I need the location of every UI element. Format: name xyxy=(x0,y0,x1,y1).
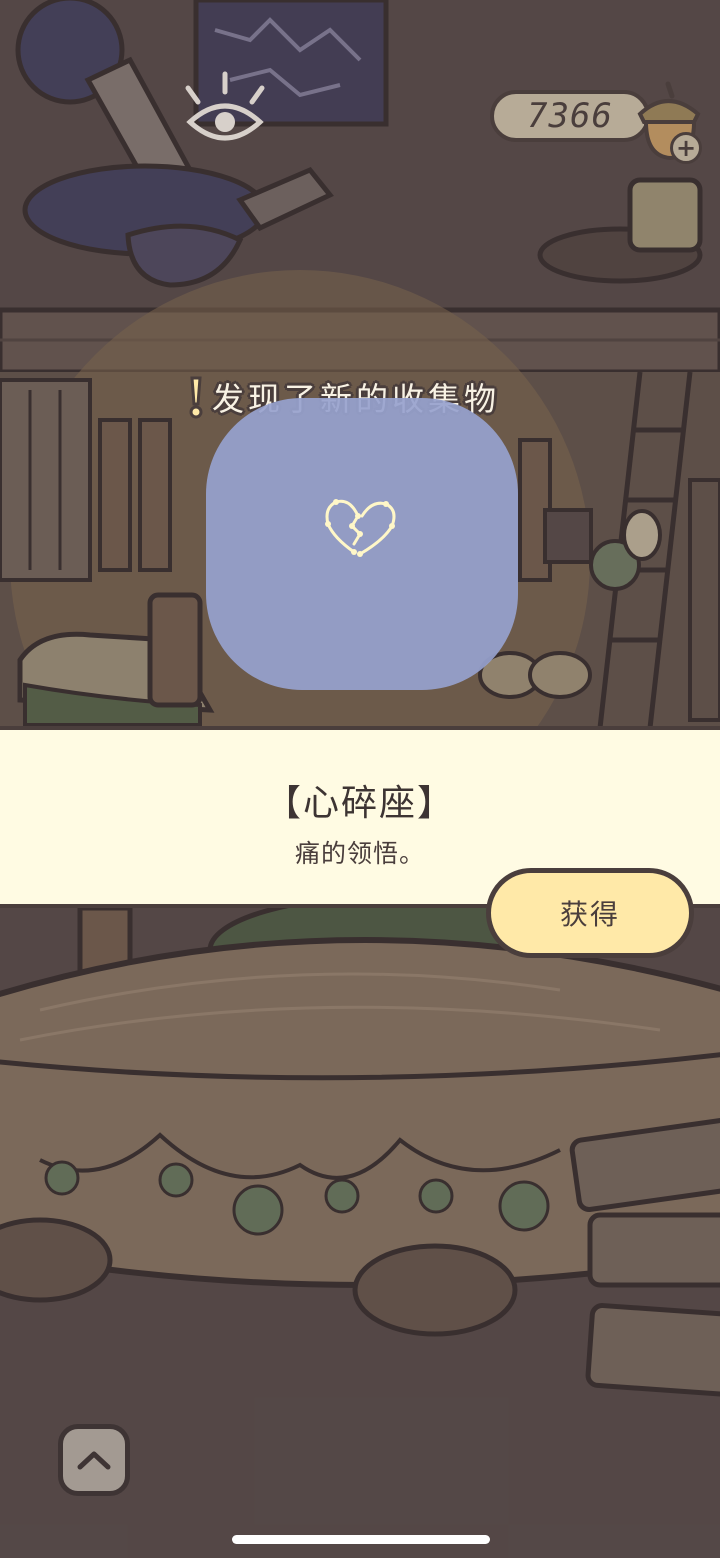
currency-amount: 7366 xyxy=(527,96,613,136)
expand-up-button[interactable] xyxy=(58,1424,130,1496)
add-currency-button[interactable]: + xyxy=(670,132,702,164)
currency-counter: 7366 xyxy=(490,90,650,142)
eye-icon xyxy=(185,71,265,141)
item-description: 痛的领悟。 xyxy=(294,839,425,868)
item-name: 【心碎座】 xyxy=(264,783,455,824)
exclamation-icon xyxy=(189,376,203,419)
obtain-button[interactable]: 获得 xyxy=(486,868,694,958)
home-indicator[interactable] xyxy=(232,1535,490,1544)
obtain-button-label: 获得 xyxy=(559,898,620,931)
broken-heart-constellation-icon xyxy=(325,499,396,557)
chevron-up-icon xyxy=(77,1451,111,1470)
